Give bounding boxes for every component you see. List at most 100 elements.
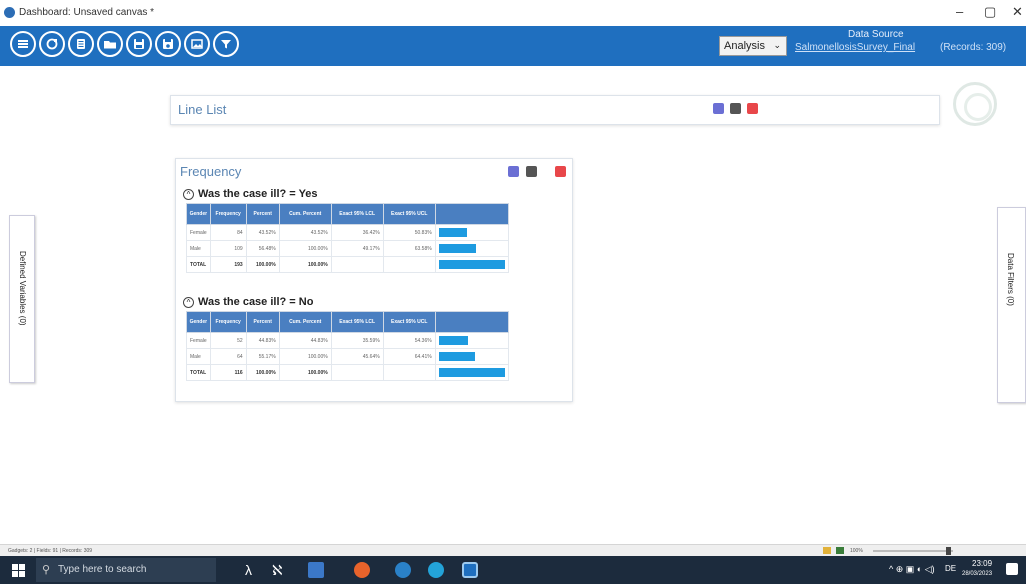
collapse-icon[interactable] xyxy=(730,103,741,114)
table-row: Male 109 56.48% 100.00% 49.17% 63.58% xyxy=(186,240,509,257)
image-icon xyxy=(191,39,203,49)
cell-percent: 44.83% xyxy=(245,332,280,349)
taskbar-search-box[interactable]: ⚲ Type here to search xyxy=(36,558,216,582)
column-header[interactable]: Percent xyxy=(245,203,280,225)
minimize-button[interactable]: – xyxy=(956,4,963,19)
clock-date[interactable]: 28/03/2023 xyxy=(962,571,992,577)
filter-button[interactable] xyxy=(213,31,239,57)
search-placeholder: Type here to search xyxy=(58,564,147,575)
system-tray-icons[interactable]: ^ ⊕ ▣ ◐ ◁) xyxy=(889,564,935,575)
column-header[interactable]: Frequency xyxy=(209,311,247,333)
column-header[interactable]: Gender xyxy=(186,311,211,333)
clock-time[interactable]: 23:09 xyxy=(972,559,992,568)
analysis-dropdown[interactable]: Analysis ⌄ xyxy=(719,36,787,56)
percent-bar xyxy=(438,228,468,237)
section-title: Was the case ill? = Yes xyxy=(198,188,318,200)
window-title-bar: Dashboard: Unsaved canvas * – ▢ ✕ xyxy=(0,0,1026,26)
zoom-slider[interactable] xyxy=(873,550,953,552)
export-image-button[interactable] xyxy=(184,31,210,57)
cell-lcl: 45.64% xyxy=(330,348,384,365)
layout-icon[interactable] xyxy=(823,547,831,554)
settings-icon[interactable] xyxy=(713,103,724,114)
bar-cell xyxy=(434,348,509,365)
status-text: Gadgets: 2 | Fields: 91 | Records: 309 xyxy=(8,548,93,554)
data-source-title: Data Source xyxy=(848,29,904,40)
column-header[interactable]: Exact 95% UCL xyxy=(382,203,436,225)
zoom-slider-thumb[interactable] xyxy=(946,547,951,555)
column-header[interactable]: Percent xyxy=(245,311,280,333)
cell-lcl: 35.59% xyxy=(330,332,384,349)
app-logo xyxy=(953,82,997,126)
settings-icon[interactable] xyxy=(508,166,519,177)
cell-frequency: 64 xyxy=(209,348,247,365)
browser-icon[interactable] xyxy=(395,562,411,578)
column-header xyxy=(434,203,509,225)
collapse-circle-icon[interactable]: ^ xyxy=(183,188,194,200)
cell-percent: 100.00% xyxy=(245,256,280,273)
save-as-icon xyxy=(163,39,173,49)
section-header-yes[interactable]: ^ Was the case ill? = Yes xyxy=(183,188,318,200)
bar-cell xyxy=(434,240,509,257)
column-header[interactable]: Exact 95% LCL xyxy=(330,203,384,225)
cell-cum-percent: 100.00% xyxy=(278,240,332,257)
open-button[interactable] xyxy=(97,31,123,57)
list-button[interactable] xyxy=(68,31,94,57)
close-gadget-icon[interactable] xyxy=(555,166,566,177)
cell-ucl: 50.83% xyxy=(382,224,436,241)
search-icon: ⚲ xyxy=(42,564,51,576)
column-header[interactable]: Cum. Percent xyxy=(278,203,332,225)
firefox-icon[interactable] xyxy=(354,562,370,578)
save-as-button[interactable] xyxy=(155,31,181,57)
save-button[interactable] xyxy=(126,31,152,57)
line-list-gadget xyxy=(170,95,940,125)
cell-gender: Female xyxy=(186,224,211,241)
cell-frequency: 193 xyxy=(209,256,247,273)
cell-total-label: TOTAL xyxy=(186,364,211,381)
cell-gender: Male xyxy=(186,348,211,365)
column-header[interactable]: Exact 95% UCL xyxy=(382,311,436,333)
defined-variables-tab[interactable]: Defined Variables (0) xyxy=(9,215,35,383)
bar-cell xyxy=(434,256,509,273)
epi-info-taskbar-icon[interactable] xyxy=(462,562,478,578)
analysis-label: Analysis xyxy=(724,40,765,52)
collapse-icon[interactable] xyxy=(526,166,537,177)
column-header[interactable]: Frequency xyxy=(209,203,247,225)
cell-percent: 55.17% xyxy=(245,348,280,365)
cell-cum-percent: 43.52% xyxy=(278,224,332,241)
section-header-no[interactable]: ^ Was the case ill? = No xyxy=(183,296,313,308)
table-row: Male 64 55.17% 100.00% 45.64% 64.41% xyxy=(186,348,509,365)
cell-percent: 100.00% xyxy=(245,364,280,381)
app-icon[interactable] xyxy=(428,562,444,578)
refresh-icon xyxy=(46,38,58,50)
chevron-down-icon: ⌄ xyxy=(773,40,781,50)
column-header[interactable]: Cum. Percent xyxy=(278,311,332,333)
data-source-link[interactable]: SalmonellosisSurvey_Final xyxy=(795,42,915,53)
task-view-icon[interactable]: ℵ xyxy=(272,562,282,579)
close-window-button[interactable]: ✕ xyxy=(1012,4,1023,20)
column-header[interactable]: Gender xyxy=(186,203,211,225)
grid-icon[interactable] xyxy=(836,547,844,554)
menu-button[interactable] xyxy=(10,31,36,57)
list-icon xyxy=(77,39,85,49)
collapse-circle-icon[interactable]: ^ xyxy=(183,296,194,308)
cell-frequency: 84 xyxy=(209,224,247,241)
record-count: (Records: 309) xyxy=(940,42,1007,53)
cortana-icon[interactable]: λ xyxy=(245,562,252,578)
column-header[interactable]: Exact 95% LCL xyxy=(330,311,384,333)
frequency-title: Frequency xyxy=(180,164,242,179)
close-gadget-icon[interactable] xyxy=(747,103,758,114)
section-title: Was the case ill? = No xyxy=(198,296,314,308)
total-row: TOTAL 193 100.00% 100.00% xyxy=(186,256,509,273)
language-indicator[interactable]: DE xyxy=(945,564,956,573)
cell-cum-percent: 100.00% xyxy=(278,364,332,381)
cell-cum-percent: 44.83% xyxy=(278,332,332,349)
notification-icon[interactable] xyxy=(1006,563,1018,575)
cell-cum-percent: 100.00% xyxy=(278,348,332,365)
maximize-button[interactable]: ▢ xyxy=(984,4,996,20)
frequency-table-no: Gender Frequency Percent Cum. Percent Ex… xyxy=(186,311,509,381)
cell-total-label: TOTAL xyxy=(186,256,211,273)
data-filters-tab[interactable]: Data Filters (0) xyxy=(997,207,1026,403)
refresh-button[interactable] xyxy=(39,31,65,57)
windows-start-icon[interactable] xyxy=(12,564,25,577)
file-explorer-icon[interactable] xyxy=(308,562,324,578)
